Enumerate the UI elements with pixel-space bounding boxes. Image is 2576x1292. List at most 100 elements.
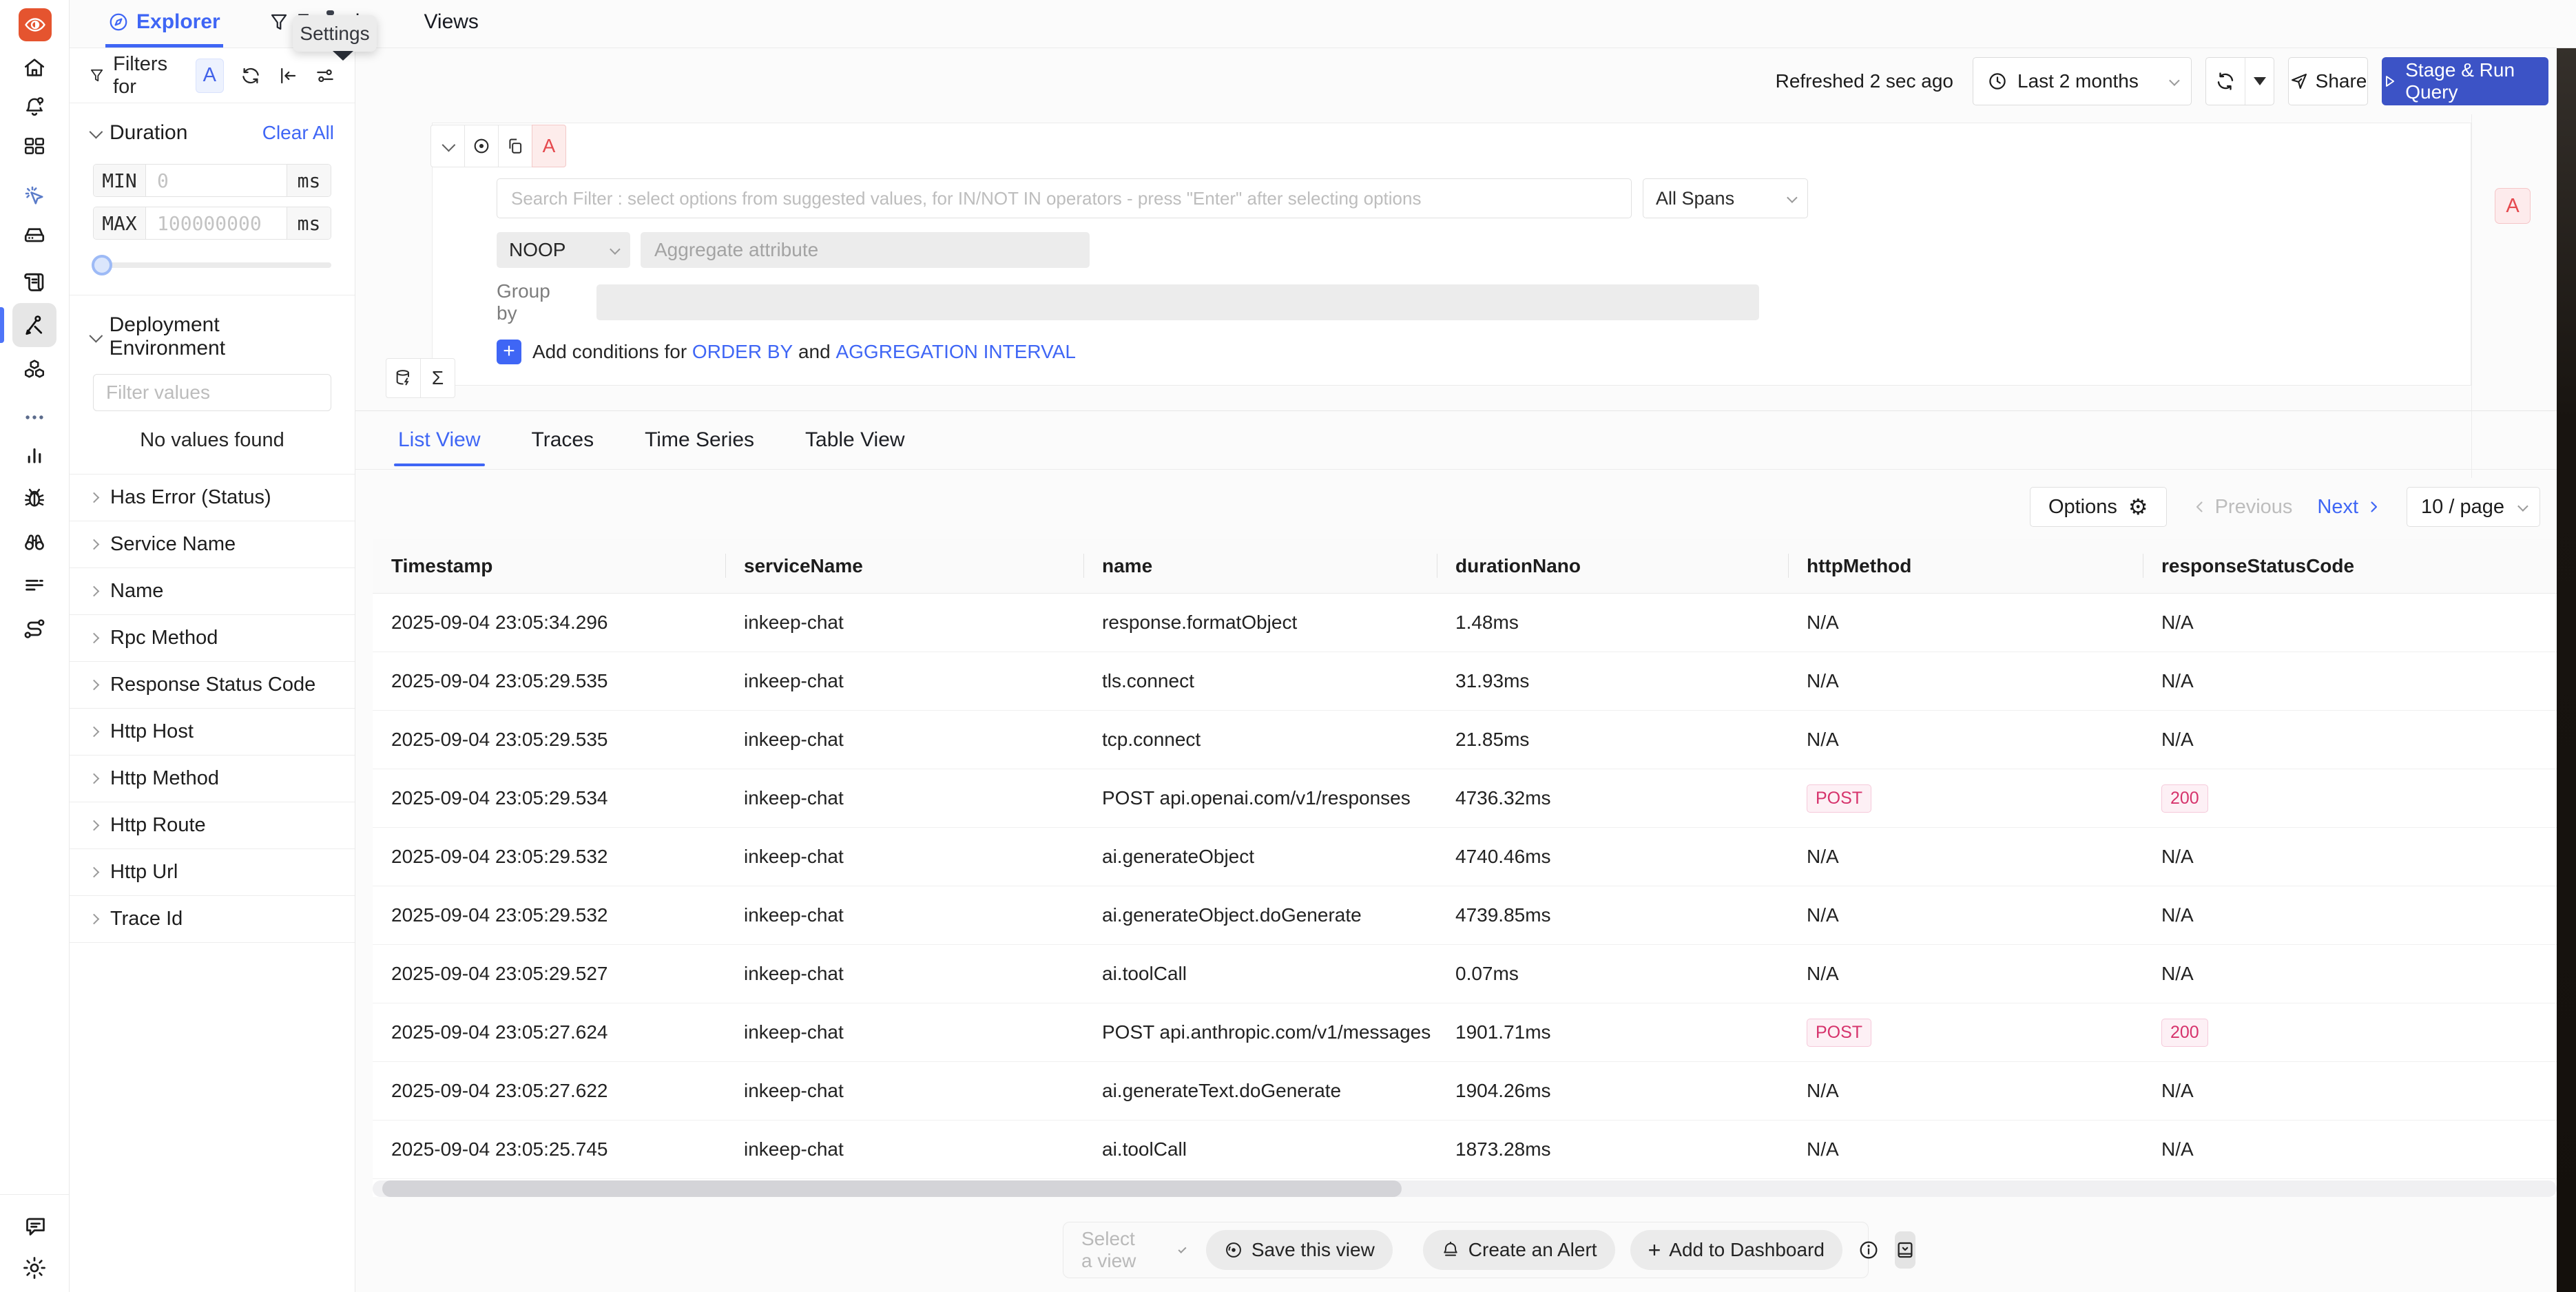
slider-track[interactable] <box>93 262 331 268</box>
time-range-value: Last 2 months <box>2017 70 2160 92</box>
scrollbar-thumb[interactable] <box>382 1180 1402 1197</box>
view-tab-time-series[interactable]: Time Series <box>645 410 754 469</box>
filter-section-trace-id[interactable]: Trace Id <box>70 896 355 943</box>
sidebar-item-alerts[interactable] <box>19 92 50 122</box>
chevron-down-icon[interactable] <box>89 329 103 343</box>
sync-filters-button[interactable] <box>240 65 261 86</box>
filter-section-http-route[interactable]: Http Route <box>70 802 355 849</box>
filter-settings-button[interactable] <box>315 65 335 86</box>
collapse-filters-button[interactable] <box>278 65 298 86</box>
tab-views[interactable]: Views <box>421 0 481 48</box>
send-icon <box>2289 72 2309 91</box>
add-formula-button[interactable]: Σ <box>420 358 455 398</box>
toggle-query-visibility-button[interactable] <box>464 125 499 167</box>
sidebar-item-more[interactable] <box>19 402 50 433</box>
funnel-icon <box>269 12 289 32</box>
query-label-badge-right[interactable]: A <box>2495 188 2531 224</box>
aggregation-interval-link[interactable]: AGGREGATION INTERVAL <box>835 341 1076 362</box>
filter-section-http-url[interactable]: Http Url <box>70 849 355 896</box>
table-row[interactable]: 2025-09-04 23:05:25.745inkeep-chatai.too… <box>373 1121 2557 1179</box>
export-panel-button[interactable] <box>1895 1231 1915 1269</box>
sidebar-item-traces[interactable] <box>19 310 50 340</box>
sidebar-item-logs[interactable] <box>19 266 50 296</box>
page-size-select[interactable]: 10 / page <box>2407 487 2540 527</box>
table-row[interactable]: 2025-09-04 23:05:29.535inkeep-chattls.co… <box>373 652 2557 711</box>
chevron-right-icon <box>89 914 100 925</box>
table-row[interactable]: 2025-09-04 23:05:27.622inkeep-chatai.gen… <box>373 1062 2557 1121</box>
sidebar-item-home[interactable] <box>19 52 50 83</box>
sidebar-item-logs-pipelines[interactable] <box>19 570 50 600</box>
collapse-query-button[interactable] <box>430 125 465 167</box>
table-row[interactable]: 2025-09-04 23:05:27.624inkeep-chatPOST a… <box>373 1003 2557 1062</box>
options-button[interactable]: Options ⚙ <box>2030 487 2167 527</box>
add-query-button[interactable] <box>386 358 421 398</box>
create-alert-button[interactable]: Create an Alert <box>1423 1230 1615 1270</box>
view-tab-traces[interactable]: Traces <box>532 410 594 469</box>
filter-section-response-status-code[interactable]: Response Status Code <box>70 662 355 709</box>
add-to-dashboard-button[interactable]: + Add to Dashboard <box>1630 1230 1842 1270</box>
deployment-filter-input[interactable] <box>93 374 331 411</box>
info-icon <box>1858 1239 1880 1261</box>
stage-run-query-button[interactable]: Stage & Run Query <box>2382 57 2548 105</box>
sidebar-item-settings[interactable] <box>19 1253 50 1283</box>
share-button[interactable]: Share <box>2288 57 2368 105</box>
table-row[interactable]: 2025-09-04 23:05:29.527inkeep-chatai.too… <box>373 945 2557 1003</box>
sidebar-item-dashboards[interactable] <box>19 131 50 161</box>
chevron-down-icon[interactable] <box>90 125 103 139</box>
filter-section-has-error-status-[interactable]: Has Error (Status) <box>70 475 355 521</box>
aggregate-operator-select[interactable]: NOOP <box>497 232 630 268</box>
duration-max-input[interactable] <box>146 207 287 239</box>
filter-section-http-host[interactable]: Http Host <box>70 709 355 756</box>
cell-method: POST <box>1788 784 2143 813</box>
slider-handle[interactable] <box>92 255 112 275</box>
sidebar-item-exceptions[interactable] <box>19 483 50 513</box>
refresh-options-button[interactable] <box>2245 58 2274 105</box>
copy-query-button[interactable] <box>498 125 532 167</box>
cell-name: ai.toolCall <box>1083 1138 1437 1160</box>
tab-explorer[interactable]: Explorer <box>105 0 223 48</box>
sidebar-item-messaging-queues[interactable] <box>19 355 50 385</box>
filter-section-http-method[interactable]: Http Method <box>70 756 355 802</box>
table-row[interactable]: 2025-09-04 23:05:34.296inkeep-chatrespon… <box>373 594 2557 652</box>
filter-section-rpc-method[interactable]: Rpc Method <box>70 615 355 662</box>
bar-chart-icon <box>23 444 46 467</box>
search-filter-input[interactable] <box>497 178 1632 218</box>
column-header-httpmethod: httpMethod <box>1788 539 2143 593</box>
span-scope-select[interactable]: All Spans <box>1643 178 1808 218</box>
query-chip-a[interactable]: A <box>196 59 224 93</box>
deployment-environment-title[interactable]: Deployment Environment <box>110 313 334 360</box>
cell-status: N/A <box>2143 1138 2557 1160</box>
duration-min-input[interactable] <box>146 165 287 196</box>
refresh-button[interactable] <box>2206 58 2245 105</box>
filter-section-label: Has Error (Status) <box>110 486 271 509</box>
view-tab-table-view[interactable]: Table View <box>805 410 905 469</box>
filter-section-service-name[interactable]: Service Name <box>70 521 355 568</box>
info-button[interactable] <box>1858 1239 1880 1261</box>
add-conditions-button[interactable]: + <box>497 340 521 364</box>
time-range-select[interactable]: Last 2 months <box>1973 57 2192 105</box>
sidebar-item-integrations[interactable] <box>19 614 50 644</box>
signoz-logo[interactable] <box>19 8 52 41</box>
sidebar-item-support-chat[interactable] <box>19 1212 50 1242</box>
filter-section-label: Name <box>110 580 163 603</box>
table-row[interactable]: 2025-09-04 23:05:29.532inkeep-chatai.gen… <box>373 886 2557 945</box>
sidebar-item-services[interactable] <box>19 180 50 211</box>
select-view-dropdown[interactable]: Select a view <box>1081 1228 1191 1272</box>
order-by-link[interactable]: ORDER BY <box>692 341 793 362</box>
sidebar-item-metrics[interactable] <box>19 440 50 470</box>
cell-method: N/A <box>1788 612 2143 634</box>
view-tab-list-view[interactable]: List View <box>398 410 481 469</box>
table-row[interactable]: 2025-09-04 23:05:29.534inkeep-chatPOST a… <box>373 769 2557 828</box>
table-row[interactable]: 2025-09-04 23:05:29.532inkeep-chatai.gen… <box>373 828 2557 886</box>
table-row[interactable]: 2025-09-04 23:05:29.535inkeep-chattcp.co… <box>373 711 2557 769</box>
chevron-down-icon <box>1178 1244 1187 1253</box>
sidebar-item-infrastructure[interactable] <box>19 220 50 250</box>
duration-title[interactable]: Duration <box>110 121 187 145</box>
filter-section-name[interactable]: Name <box>70 568 355 615</box>
query-label-badge[interactable]: A <box>532 125 566 167</box>
filter-section-label: Http Host <box>110 720 194 743</box>
save-view-button[interactable]: Save this view <box>1206 1230 1393 1270</box>
sidebar-item-explore[interactable] <box>19 527 50 557</box>
next-page-button[interactable]: Next <box>2317 496 2382 519</box>
clear-all-link[interactable]: Clear All <box>262 122 334 144</box>
